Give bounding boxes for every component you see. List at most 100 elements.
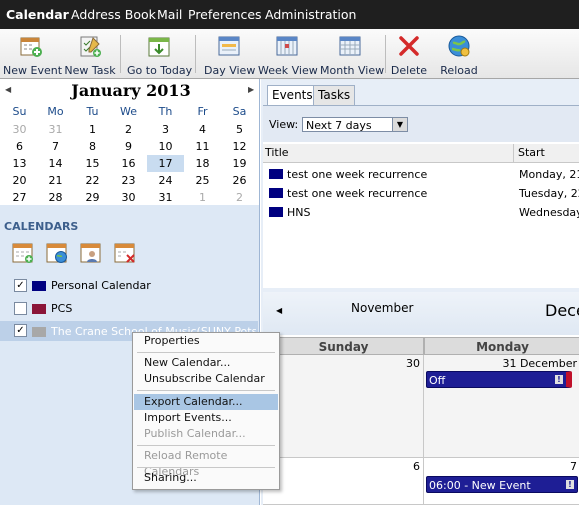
month-prev-icon[interactable]: ◀ <box>276 306 282 315</box>
chevron-down-icon[interactable]: ▼ <box>392 118 407 131</box>
menu-item-unsubscribe-calendar[interactable]: Unsubscribe Calendar <box>134 371 278 387</box>
day-cell[interactable]: 17 <box>147 155 184 172</box>
weekday-header: Tu <box>86 105 99 118</box>
menu-separator <box>137 445 275 446</box>
day-cell[interactable]: 14 <box>37 155 74 172</box>
month-event[interactable]: 06:00 - New Event ! <box>426 476 578 493</box>
new-event-button[interactable]: New Event <box>3 32 63 77</box>
day-cell[interactable]: 13 <box>1 155 38 172</box>
delete-calendar-icon[interactable] <box>114 242 136 264</box>
event-list-row[interactable]: test one week recurrence Monday, 21 <box>263 165 579 184</box>
calendar-item-personal[interactable]: ✓ Personal Calendar <box>14 278 254 294</box>
month-view-label: Month View <box>320 64 385 77</box>
tab-tasks[interactable]: Tasks <box>313 85 356 105</box>
day-cell[interactable]: 4 <box>184 121 221 138</box>
month-view-icon <box>339 36 361 56</box>
day-cell[interactable]: 15 <box>74 155 111 172</box>
new-task-icon <box>80 36 101 57</box>
day-cell[interactable]: 31 <box>37 121 74 138</box>
day-cell[interactable]: 20 <box>1 172 38 189</box>
day-header-sunday: Sunday <box>263 337 424 355</box>
day-cell[interactable]: 29 <box>74 189 111 206</box>
day-cell[interactable]: 23 <box>110 172 147 189</box>
day-cell[interactable]: 28 <box>37 189 74 206</box>
day-cell[interactable]: 22 <box>74 172 111 189</box>
day-cell[interactable]: 30 <box>1 121 38 138</box>
day-cell[interactable]: 16 <box>110 155 147 172</box>
day-cell[interactable]: 1 <box>184 189 221 206</box>
month-event[interactable]: Off ! <box>426 371 572 388</box>
day-cell[interactable]: 7 06:00 - New Event ! <box>424 458 579 505</box>
menu-item-export-calendar[interactable]: Export Calendar... <box>134 394 278 410</box>
menu-item-import-events[interactable]: Import Events... <box>134 410 278 426</box>
day-cell[interactable]: 7 <box>37 138 74 155</box>
new-task-button[interactable]: New Task <box>64 32 116 77</box>
day-cell[interactable]: 3 <box>147 121 184 138</box>
new-event-label: New Event <box>3 64 63 77</box>
personal-calendar-checkbox[interactable]: ✓ <box>14 279 27 292</box>
day-cell[interactable]: 12 <box>221 138 258 155</box>
nav-preferences[interactable]: Preferences <box>188 0 262 29</box>
nav-mail[interactable]: Mail <box>157 0 182 29</box>
share-calendar-icon[interactable] <box>80 242 102 264</box>
pcs-calendar-color-swatch <box>32 304 46 314</box>
mini-calendar-prev-icon[interactable]: ◀ <box>5 85 11 94</box>
event-list-row[interactable]: HNS Wednesday, <box>263 203 579 222</box>
reload-button[interactable]: Reload <box>438 32 480 77</box>
day-view-button[interactable]: Day View <box>204 32 255 77</box>
day-cell[interactable]: 26 <box>221 172 258 189</box>
day-cell[interactable]: 31 December Off ! <box>424 355 579 458</box>
day-cell[interactable]: 31 <box>147 189 184 206</box>
day-cell[interactable]: 2 <box>110 121 147 138</box>
day-cell[interactable]: 18 <box>184 155 221 172</box>
month-view-button[interactable]: Month View <box>320 32 385 77</box>
column-divider[interactable] <box>513 144 514 162</box>
personal-calendar-color-swatch <box>32 281 46 291</box>
day-cell[interactable]: 27 <box>1 189 38 206</box>
view-select[interactable]: Next 7 days ▼ <box>302 117 408 132</box>
day-cell[interactable]: 19 <box>221 155 258 172</box>
day-cell[interactable]: 5 <box>221 121 258 138</box>
menu-item-sharing[interactable]: Sharing... <box>134 470 278 486</box>
day-cell[interactable]: 25 <box>184 172 221 189</box>
pcs-calendar-checkbox[interactable] <box>14 302 27 315</box>
week-view-button[interactable]: Week View <box>258 32 318 77</box>
tab-events[interactable]: Events <box>267 85 318 105</box>
day-cell[interactable]: 6 <box>1 138 38 155</box>
day-cell[interactable]: 9 <box>110 138 147 155</box>
nav-administration[interactable]: Administration <box>265 0 356 29</box>
menu-item-properties[interactable]: Properties <box>134 333 278 349</box>
event-list-header: Title Start <box>263 144 579 163</box>
day-cell[interactable]: 1 <box>74 121 111 138</box>
nav-calendar[interactable]: Calendar <box>6 0 69 29</box>
event-list-row[interactable]: test one week recurrence Tuesday, 22 <box>263 184 579 203</box>
day-cell[interactable]: 30 <box>263 355 424 458</box>
day-cell[interactable]: 8 <box>74 138 111 155</box>
day-number: 6 <box>413 460 420 473</box>
mini-calendar: ◀ January 2013 ▶ Su Mo Tu We Th Fr Sa 30 31 1 2 3 4 5… <box>0 79 259 205</box>
new-event-icon <box>20 37 42 57</box>
weekday-header: Mo <box>47 105 64 118</box>
crane-calendar-checkbox[interactable]: ✓ <box>14 324 27 337</box>
day-cell[interactable]: 21 <box>37 172 74 189</box>
event-start: Monday, 21 <box>519 168 579 181</box>
menu-item-new-calendar[interactable]: New Calendar... <box>134 355 278 371</box>
day-cell[interactable]: 30 <box>110 189 147 206</box>
prev-month-label[interactable]: November <box>351 301 413 315</box>
new-calendar-icon[interactable] <box>12 242 34 264</box>
column-header-start[interactable]: Start <box>518 146 545 159</box>
day-cell[interactable]: 2 <box>221 189 258 206</box>
subscribe-calendar-icon[interactable] <box>46 242 68 264</box>
delete-button[interactable]: Delete <box>390 32 428 77</box>
day-cell[interactable]: 11 <box>184 138 221 155</box>
calendar-item-pcs[interactable]: PCS <box>14 301 254 317</box>
go-to-today-button[interactable]: Go to Today <box>127 32 192 77</box>
column-header-title[interactable]: Title <box>265 146 289 159</box>
toolbar-separator <box>195 35 196 73</box>
mini-calendar-next-icon[interactable]: ▶ <box>248 85 254 94</box>
day-cell[interactable]: 6 <box>263 458 424 505</box>
day-cell[interactable]: 24 <box>147 172 184 189</box>
nav-address-book[interactable]: Address Book <box>71 0 156 29</box>
weekday-header: Su <box>12 105 27 118</box>
day-cell[interactable]: 10 <box>147 138 184 155</box>
